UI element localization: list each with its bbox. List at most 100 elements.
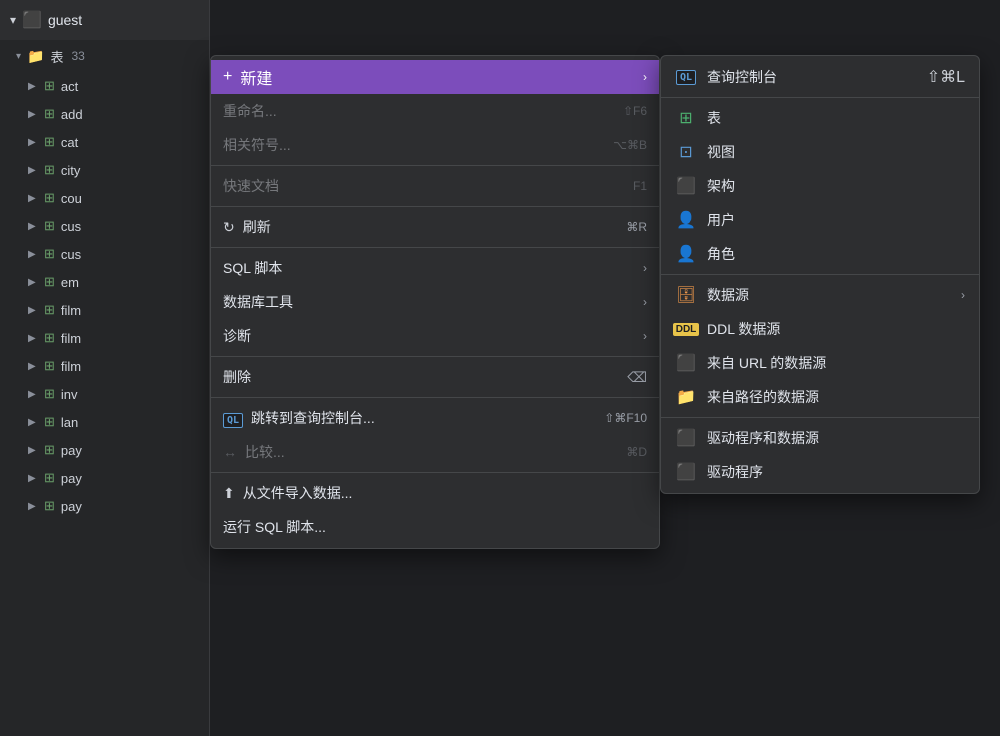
table-name: add <box>61 107 83 122</box>
menu-item-runsql[interactable]: 运行 SQL 脚本... <box>211 510 659 544</box>
table-item-pay1[interactable]: ▶ ⊞ pay <box>0 436 209 464</box>
expand-icon: ▶ <box>28 305 38 316</box>
menu-item-rename: 重命名... ⇧F6 <box>211 94 659 128</box>
refresh-icon: ↻ <box>223 219 235 236</box>
menu-item-delete[interactable]: 删除 ⌫ <box>211 360 659 394</box>
menu-item-new[interactable]: + 新建 › <box>211 60 659 94</box>
table-icon: ⊞ <box>44 134 55 150</box>
user-icon: 👤 <box>675 210 697 230</box>
submenu-label-path: 来自路径的数据源 <box>707 387 965 407</box>
table-icon: ⊞ <box>44 78 55 94</box>
submenu-item-url[interactable]: ⬛ 来自 URL 的数据源 <box>661 346 979 380</box>
table-item-add[interactable]: ▶ ⊞ add <box>0 100 209 128</box>
db-title: guest <box>48 12 82 28</box>
shortcut-compare: ⌘D <box>626 445 647 459</box>
submenu-label-queryconsole: 查询控制台 <box>707 67 917 87</box>
submenu-item-schema[interactable]: ⬛ 架构 <box>661 169 979 203</box>
separator-2 <box>211 206 659 207</box>
menu-label-import: 从文件导入数据... <box>243 483 647 503</box>
menu-item-compare: ↔ 比较... ⌘D <box>211 435 659 469</box>
role-icon: 👤 <box>675 244 697 264</box>
menu-item-import[interactable]: ⬆ 从文件导入数据... <box>211 476 659 510</box>
menu-label-compare: 比较... <box>245 442 626 462</box>
table-icon: ⊞ <box>44 386 55 402</box>
table-icon: ⊞ <box>44 498 55 514</box>
menu-item-diag[interactable]: 诊断 › <box>211 319 659 353</box>
table-icon: ⊞ <box>44 330 55 346</box>
table-icon: ⊞ <box>44 414 55 430</box>
submenu-label-role: 角色 <box>707 244 965 264</box>
submenu-item-view[interactable]: ⊡ 视图 <box>661 135 979 169</box>
table-name: cus <box>61 247 81 262</box>
submenu-label-view: 视图 <box>707 142 965 162</box>
table-item-city[interactable]: ▶ ⊞ city <box>0 156 209 184</box>
sidebar-header: ▾ ⬛ guest <box>0 0 209 40</box>
menu-label-delete: 删除 <box>223 367 627 387</box>
table-icon: ⊞ <box>44 470 55 486</box>
submenu-label-datasource: 数据源 <box>707 285 951 305</box>
expand-icon: ▶ <box>28 445 38 456</box>
submenu-item-table[interactable]: ⊞ 表 <box>661 101 979 135</box>
datasource-icon: 🗄 <box>675 285 697 305</box>
table-item-film3[interactable]: ▶ ⊞ film <box>0 352 209 380</box>
menu-label-dbtool: 数据库工具 <box>223 292 635 312</box>
table-item-cat[interactable]: ▶ ⊞ cat <box>0 128 209 156</box>
table-item-cou[interactable]: ▶ ⊞ cou <box>0 184 209 212</box>
table-item-inv[interactable]: ▶ ⊞ inv <box>0 380 209 408</box>
submenu-item-driver[interactable]: ⬛ 驱动程序 <box>661 455 979 489</box>
expand-icon: ▶ <box>28 221 38 232</box>
shortcut-refresh: ⌘R <box>626 220 647 234</box>
submenu-item-driverds[interactable]: ⬛ 驱动程序和数据源 <box>661 421 979 455</box>
section-label: 表 <box>50 47 63 66</box>
context-menu: + 新建 › 重命名... ⇧F6 相关符号... ⌥⌘B 快速文档 F1 ↻ … <box>210 55 660 549</box>
submenu-item-path[interactable]: 📁 来自路径的数据源 <box>661 380 979 414</box>
driver-icon: ⬛ <box>675 462 697 482</box>
menu-label-runsql: 运行 SQL 脚本... <box>223 517 647 537</box>
submenu-item-role[interactable]: 👤 角色 <box>661 237 979 271</box>
tables-section[interactable]: ▾ 📁 表 33 <box>0 40 209 72</box>
collapse-arrow[interactable]: ▾ <box>10 13 16 27</box>
table-icon: ⊞ <box>44 246 55 262</box>
separator-1 <box>211 165 659 166</box>
database-icon: ⬛ <box>22 10 42 30</box>
table-name: film <box>61 359 81 374</box>
table-item-pay3[interactable]: ▶ ⊞ pay <box>0 492 209 520</box>
menu-item-dbtool[interactable]: 数据库工具 › <box>211 285 659 319</box>
table-icon: ⊞ <box>44 442 55 458</box>
menu-item-refresh[interactable]: ↻ 刷新 ⌘R <box>211 210 659 244</box>
submenu-item-queryconsole[interactable]: QL 查询控制台 ⇧⌘L <box>661 60 979 94</box>
shortcut-rename: ⇧F6 <box>623 104 647 118</box>
table-item-film2[interactable]: ▶ ⊞ film <box>0 324 209 352</box>
table-item-film1[interactable]: ▶ ⊞ film <box>0 296 209 324</box>
submenu-label-driver: 驱动程序 <box>707 462 965 482</box>
menu-item-jump[interactable]: QL 跳转到查询控制台... ⇧⌘F10 <box>211 401 659 435</box>
table-name: film <box>61 331 81 346</box>
table-item-cus1[interactable]: ▶ ⊞ cus <box>0 212 209 240</box>
table-icon: ⊞ <box>44 358 55 374</box>
submenu-item-datasource[interactable]: 🗄 数据源 › <box>661 278 979 312</box>
submenu-item-user[interactable]: 👤 用户 <box>661 203 979 237</box>
table-name: pay <box>61 443 82 458</box>
table-item-em[interactable]: ▶ ⊞ em <box>0 268 209 296</box>
dbtool-chevron: › <box>643 295 647 309</box>
shortcut-queryconsole: ⇧⌘L <box>927 67 965 87</box>
table-item-cus2[interactable]: ▶ ⊞ cus <box>0 240 209 268</box>
sql-chevron: › <box>643 261 647 275</box>
delete-icon: ⌫ <box>627 369 647 386</box>
table-icon: ⊞ <box>44 274 55 290</box>
table-item-act[interactable]: ▶ ⊞ act <box>0 72 209 100</box>
table-name: cus <box>61 219 81 234</box>
submenu-label-user: 用户 <box>707 210 965 230</box>
table-name: city <box>61 163 81 178</box>
table-name: act <box>61 79 78 94</box>
menu-item-sql[interactable]: SQL 脚本 › <box>211 251 659 285</box>
table-item-pay2[interactable]: ▶ ⊞ pay <box>0 464 209 492</box>
table-name: cou <box>61 191 82 206</box>
table-item-lan[interactable]: ▶ ⊞ lan <box>0 408 209 436</box>
separator-5 <box>211 397 659 398</box>
table-name: pay <box>61 471 82 486</box>
submenu-item-ddl[interactable]: DDL DDL 数据源 <box>661 312 979 346</box>
separator-3 <box>211 247 659 248</box>
submenu: QL 查询控制台 ⇧⌘L ⊞ 表 ⊡ 视图 ⬛ 架构 👤 用户 👤 角色 🗄 数… <box>660 55 980 494</box>
menu-label-diag: 诊断 <box>223 326 635 346</box>
